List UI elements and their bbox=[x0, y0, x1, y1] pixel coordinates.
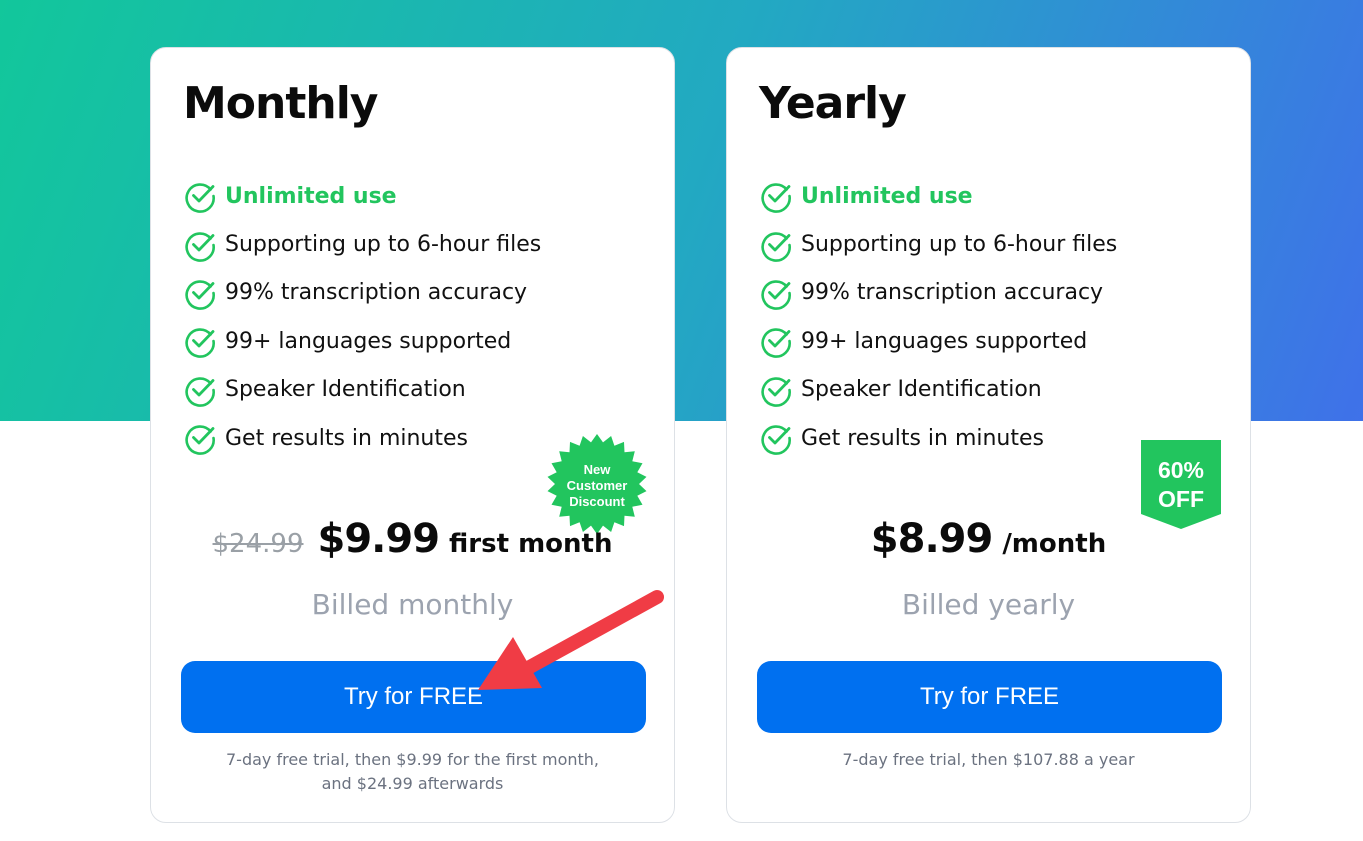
badge-line: 60% bbox=[1157, 457, 1205, 483]
fine-print-line: 7-day free trial, then $9.99 for the fir… bbox=[226, 750, 599, 769]
feature-label: Speaker Identification bbox=[225, 377, 466, 403]
feature-item: Speaker Identification bbox=[183, 366, 541, 414]
feature-label: 99+ languages supported bbox=[801, 328, 1088, 354]
feature-label: Unlimited use bbox=[225, 183, 397, 209]
fine-print-line: and $24.99 afterwards bbox=[321, 774, 504, 793]
plan-title: Monthly bbox=[183, 78, 378, 129]
check-circle-icon bbox=[183, 373, 217, 407]
feature-label: 99% transcription accuracy bbox=[801, 280, 1104, 306]
feature-item: 99% transcription accuracy bbox=[183, 269, 541, 317]
feature-item: Supporting up to 6-hour files bbox=[759, 220, 1117, 268]
feature-item: 99+ languages supported bbox=[759, 317, 1117, 365]
feature-item: 99% transcription accuracy bbox=[759, 269, 1117, 317]
feature-item: 99+ languages supported bbox=[183, 317, 541, 365]
check-circle-icon bbox=[759, 228, 793, 262]
check-circle-icon bbox=[183, 276, 217, 310]
feature-item: Get results in minutes bbox=[183, 414, 541, 462]
price-row: $24.99 $9.99 first month bbox=[151, 516, 674, 562]
feature-label: Supporting up to 6-hour files bbox=[225, 232, 542, 258]
check-circle-icon bbox=[759, 324, 793, 359]
badge-line: Customer bbox=[566, 478, 628, 493]
badge-line: Discount bbox=[569, 494, 625, 509]
pricing-card-monthly: Monthly Unlimited use Supporting up to 6… bbox=[150, 47, 675, 823]
badge-line: OFF bbox=[1158, 486, 1204, 512]
current-price: $9.99 bbox=[317, 516, 441, 562]
fine-print-line: 7-day free trial, then $107.88 a year bbox=[842, 750, 1135, 769]
check-circle-icon bbox=[759, 373, 793, 407]
feature-item: Supporting up to 6-hour files bbox=[183, 220, 541, 268]
feature-label: Supporting up to 6-hour files bbox=[801, 232, 1118, 258]
feature-list: Unlimited use Supporting up to 6-hour fi… bbox=[759, 172, 1117, 462]
feature-item: Speaker Identification bbox=[759, 366, 1117, 414]
feature-label: 99% transcription accuracy bbox=[225, 280, 528, 306]
check-circle-icon bbox=[183, 324, 217, 359]
badge-line: New bbox=[583, 462, 611, 477]
trial-fine-print: 7-day free trial, then $9.99 for the fir… bbox=[151, 748, 674, 796]
check-circle-icon bbox=[759, 276, 793, 310]
check-circle-icon bbox=[183, 421, 217, 455]
check-circle-icon bbox=[183, 228, 217, 262]
check-circle-icon bbox=[183, 179, 217, 214]
feature-item: Get results in minutes bbox=[759, 414, 1117, 462]
feature-label: Get results in minutes bbox=[225, 425, 468, 451]
feature-item: Unlimited use bbox=[759, 172, 1117, 220]
price-row: $8.99 /month bbox=[727, 516, 1250, 562]
plan-title: Yearly bbox=[759, 78, 907, 129]
billing-period: Billed monthly bbox=[311, 588, 514, 621]
trial-fine-print: 7-day free trial, then $107.88 a year bbox=[727, 748, 1250, 772]
feature-label: Speaker Identification bbox=[801, 377, 1042, 403]
billing-period: Billed yearly bbox=[901, 588, 1076, 621]
price-period: first month bbox=[449, 529, 613, 559]
feature-label: Get results in minutes bbox=[801, 425, 1044, 451]
feature-label: Unlimited use bbox=[801, 183, 973, 209]
try-for-free-button[interactable]: Try for FREE bbox=[181, 661, 646, 733]
try-for-free-button[interactable]: Try for FREE bbox=[757, 661, 1222, 733]
original-price: $24.99 bbox=[212, 529, 304, 559]
price-period: /month bbox=[1002, 529, 1107, 559]
check-circle-icon bbox=[759, 179, 793, 214]
feature-list: Unlimited use Supporting up to 6-hour fi… bbox=[183, 172, 541, 462]
pricing-card-yearly: Yearly Unlimited use Supporting up to 6-… bbox=[726, 47, 1251, 823]
feature-item: Unlimited use bbox=[183, 172, 541, 220]
current-price: $8.99 bbox=[870, 516, 994, 562]
check-circle-icon bbox=[759, 421, 793, 455]
feature-label: 99+ languages supported bbox=[225, 328, 512, 354]
